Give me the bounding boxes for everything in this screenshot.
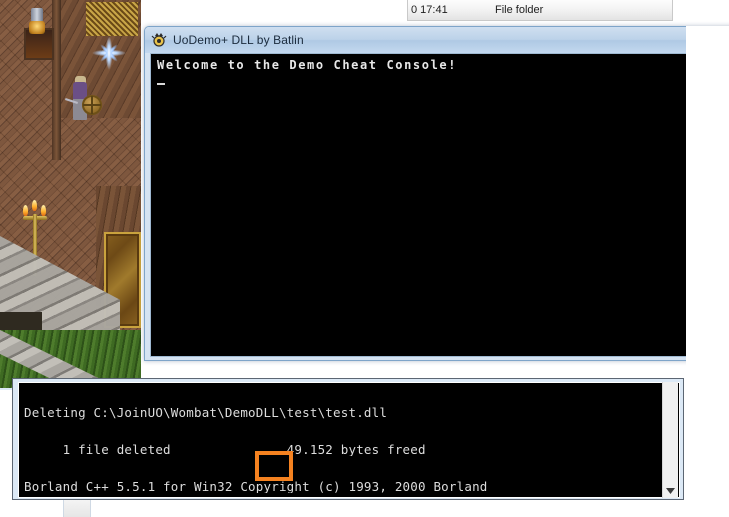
cmd-line: Deleting C:\JoinUO\Wombat\DemoDLL\test\t… xyxy=(24,407,388,420)
command-prompt-output[interactable]: Deleting C:\JoinUO\Wombat\DemoDLL\test\t… xyxy=(18,382,680,498)
desktop-left-fill xyxy=(0,390,12,517)
console-titlebar[interactable]: UoDemo+ DLL by Batlin xyxy=(145,27,729,53)
vertical-scrollbar[interactable] xyxy=(662,382,678,498)
chevron-down-icon xyxy=(666,487,675,494)
console-welcome-text: Welcome to the Demo Cheat Console! xyxy=(157,58,458,72)
shield-icon xyxy=(82,95,102,115)
app-emblem-icon xyxy=(151,32,167,48)
console-output-area[interactable]: Welcome to the Demo Cheat Console! xyxy=(150,53,729,357)
wall-beam xyxy=(52,0,61,160)
lantern-icon xyxy=(27,8,47,42)
explorer-row-blank xyxy=(673,0,729,21)
uodemo-console-window[interactable]: UoDemo+ DLL by Batlin Welcome to the Dem… xyxy=(144,26,729,361)
explorer-date-modified: 0 17:41 xyxy=(411,4,448,16)
explorer-file-row[interactable]: 0 17:41 File folder xyxy=(407,0,673,21)
game-viewport[interactable] xyxy=(0,0,141,390)
lantern-glow xyxy=(29,21,45,34)
command-prompt-window[interactable]: Deleting C:\JoinUO\Wombat\DemoDLL\test\t… xyxy=(12,378,684,500)
scroll-down-button[interactable] xyxy=(664,484,677,497)
lantern-top xyxy=(31,8,43,22)
candle-flame-right xyxy=(41,205,46,216)
console-cursor xyxy=(157,83,165,85)
desktop-bottom-fill xyxy=(0,500,729,517)
gold-wall-decoration xyxy=(86,2,138,36)
taskbar-item-stub[interactable] xyxy=(63,500,91,517)
screen-root: 0 17:41 File folder UoDemo+ DLL by Batli… xyxy=(0,0,729,517)
explorer-item-type: File folder xyxy=(495,4,544,16)
cmd-line: Borland C++ 5.5.1 for Win32 Copyright (c… xyxy=(24,480,488,493)
desktop-right-fill xyxy=(686,26,729,517)
console-window-title: UoDemo+ DLL by Batlin xyxy=(173,33,304,47)
candle-flame-left xyxy=(23,205,28,216)
candle-flame-center xyxy=(32,200,37,211)
sparkle-effect-icon xyxy=(92,36,126,70)
cmd-line: 1 file deleted 49.152 bytes freed xyxy=(24,444,426,457)
command-prompt-text: Deleting C:\JoinUO\Wombat\DemoDLL\test\t… xyxy=(19,383,679,497)
